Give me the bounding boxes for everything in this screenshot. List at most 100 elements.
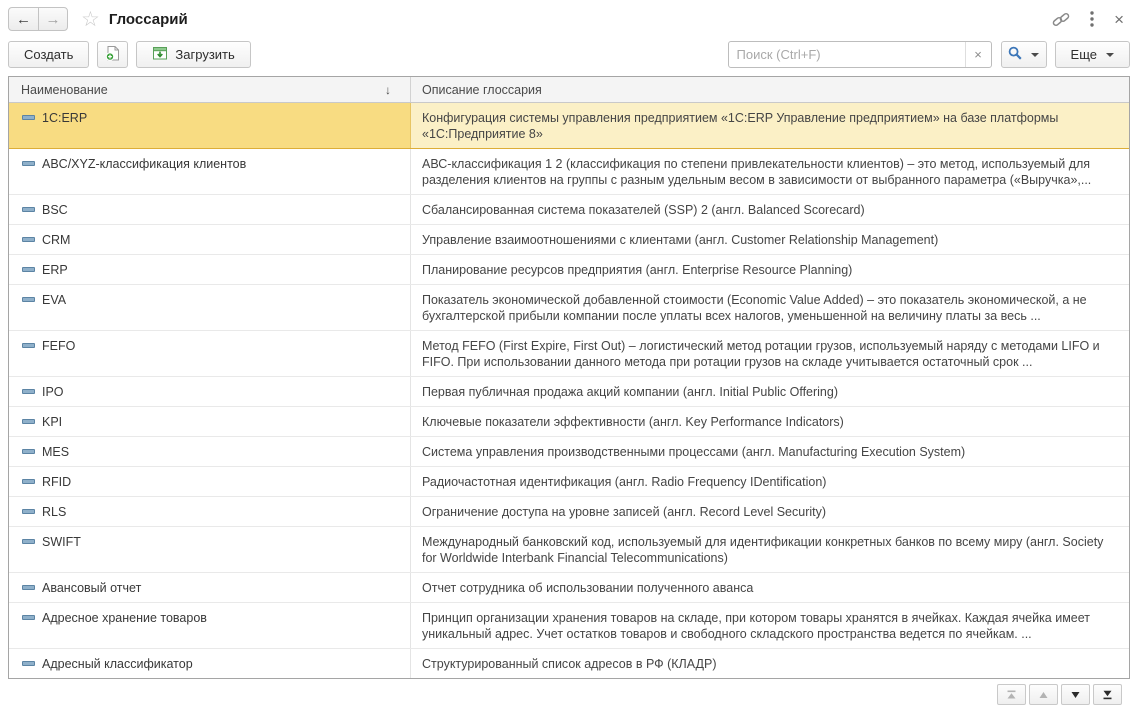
favorite-star-icon[interactable]: ☆ xyxy=(81,9,100,30)
list-item-dash-icon xyxy=(22,585,35,590)
term-name: FEFO xyxy=(42,339,75,353)
term-description-cell[interactable]: Отчет сотрудника об использовании получе… xyxy=(411,573,1129,602)
term-name: EVA xyxy=(42,293,66,307)
list-item-dash-icon xyxy=(22,479,35,484)
term-description-cell[interactable]: Система управления производственными про… xyxy=(411,437,1129,466)
term-name: IPO xyxy=(42,385,64,399)
list-item-dash-icon xyxy=(22,419,35,424)
table-row[interactable]: KPI Ключевые показатели эффективности (а… xyxy=(9,407,1129,437)
create-new-item-button[interactable] xyxy=(97,41,128,68)
table-row[interactable]: SWIFT Международный банковский код, испо… xyxy=(9,527,1129,573)
term-description: Ключевые показатели эффективности (англ.… xyxy=(422,415,844,429)
back-button[interactable]: ← xyxy=(9,8,38,30)
search-input[interactable] xyxy=(729,42,965,67)
term-name-cell[interactable]: CRM xyxy=(9,225,411,254)
list-item-dash-icon xyxy=(22,161,35,166)
go-to-last-button[interactable] xyxy=(1093,684,1122,705)
term-name-cell[interactable]: 1C:ERP xyxy=(9,103,411,148)
load-button[interactable]: Загрузить xyxy=(136,41,250,68)
table-row[interactable]: RLS Ограничение доступа на уровне записе… xyxy=(9,497,1129,527)
table-row[interactable]: MES Система управления производственными… xyxy=(9,437,1129,467)
term-description-cell[interactable]: Метод FEFO (First Expire, First Out) – л… xyxy=(411,331,1129,376)
create-button[interactable]: Создать xyxy=(8,41,89,68)
table-row[interactable]: ERP Планирование ресурсов предприятия (а… xyxy=(9,255,1129,285)
list-item-dash-icon xyxy=(22,237,35,242)
term-name-cell[interactable]: RFID xyxy=(9,467,411,496)
term-description-cell[interactable]: Радиочастотная идентификация (англ. Radi… xyxy=(411,467,1129,496)
list-item-dash-icon xyxy=(22,509,35,514)
term-description-cell[interactable]: Первая публичная продажа акций компании … xyxy=(411,377,1129,406)
table-row[interactable]: 1C:ERP Конфигурация системы управления п… xyxy=(9,103,1129,149)
term-name-cell[interactable]: RLS xyxy=(9,497,411,526)
search-button[interactable] xyxy=(1001,41,1047,68)
table-row[interactable]: ABC/XYZ-классификация клиентов АВС-класс… xyxy=(9,149,1129,195)
list-pager xyxy=(0,679,1138,705)
forward-button[interactable]: → xyxy=(38,8,67,30)
term-description-cell[interactable]: Структурированный список адресов в РФ (К… xyxy=(411,649,1129,678)
term-name-cell[interactable]: FEFO xyxy=(9,331,411,376)
term-description-cell[interactable]: Конфигурация системы управления предприя… xyxy=(411,103,1129,148)
list-item-dash-icon xyxy=(22,389,35,394)
table-row[interactable]: CRM Управление взаимоотношениями с клиен… xyxy=(9,225,1129,255)
term-description-cell[interactable]: Ключевые показатели эффективности (англ.… xyxy=(411,407,1129,436)
term-description-cell[interactable]: Принцип организации хранения товаров на … xyxy=(411,603,1129,648)
term-name-cell[interactable]: ERP xyxy=(9,255,411,284)
term-name-cell[interactable]: Адресное хранение товаров xyxy=(9,603,411,648)
term-description-cell[interactable]: АВС-классификация 1 2 (классификация по … xyxy=(411,149,1129,194)
term-name: ERP xyxy=(42,263,68,277)
term-description-cell[interactable]: Управление взаимоотношениями с клиентами… xyxy=(411,225,1129,254)
column-header-name[interactable]: Наименование ↓ xyxy=(9,77,411,102)
term-description-cell[interactable]: Планирование ресурсов предприятия (англ.… xyxy=(411,255,1129,284)
table-row[interactable]: FEFO Метод FEFO (First Expire, First Out… xyxy=(9,331,1129,377)
term-name-cell[interactable]: MES xyxy=(9,437,411,466)
term-name-cell[interactable]: ABC/XYZ-классификация клиентов xyxy=(9,149,411,194)
column-header-description[interactable]: Описание глоссария xyxy=(411,77,1129,102)
term-name: 1C:ERP xyxy=(42,111,87,125)
triangle-down-icon xyxy=(1070,691,1081,699)
more-button[interactable]: Еще xyxy=(1055,41,1130,68)
list-item-dash-icon xyxy=(22,449,35,454)
list-item-dash-icon xyxy=(22,207,35,212)
term-name-cell[interactable]: Адресный классификатор xyxy=(9,649,411,678)
term-name-cell[interactable]: KPI xyxy=(9,407,411,436)
link-icon[interactable] xyxy=(1052,11,1070,28)
sort-descending-icon: ↓ xyxy=(385,83,391,97)
term-name-cell[interactable]: BSC xyxy=(9,195,411,224)
table-row[interactable]: EVA Показатель экономической добавленной… xyxy=(9,285,1129,331)
more-button-label: Еще xyxy=(1071,47,1097,62)
load-button-label: Загрузить xyxy=(175,47,234,62)
list-item-dash-icon xyxy=(22,115,35,120)
term-description: АВС-классификация 1 2 (классификация по … xyxy=(422,157,1091,187)
term-name: BSC xyxy=(42,203,68,217)
term-description-cell[interactable]: Ограничение доступа на уровне записей (а… xyxy=(411,497,1129,526)
toolbar: Создать Загрузить × xyxy=(0,38,1138,76)
go-to-first-button[interactable] xyxy=(997,684,1026,705)
term-description-cell[interactable]: Международный банковский код, используем… xyxy=(411,527,1129,572)
term-name: ABC/XYZ-классификация клиентов xyxy=(42,157,246,171)
table-row[interactable]: RFID Радиочастотная идентификация (англ.… xyxy=(9,467,1129,497)
term-name: MES xyxy=(42,445,69,459)
page-down-button[interactable] xyxy=(1061,684,1090,705)
term-name-cell[interactable]: Авансовый отчет xyxy=(9,573,411,602)
table-row[interactable]: IPO Первая публичная продажа акций компа… xyxy=(9,377,1129,407)
titlebar-actions: × xyxy=(1052,11,1124,28)
search-magnifier-icon xyxy=(1008,46,1022,63)
table-row[interactable]: Адресное хранение товаров Принцип органи… xyxy=(9,603,1129,649)
search-clear-button[interactable]: × xyxy=(965,42,991,67)
term-name-cell[interactable]: SWIFT xyxy=(9,527,411,572)
term-description: Принцип организации хранения товаров на … xyxy=(422,611,1090,641)
term-name: RFID xyxy=(42,475,71,489)
kebab-menu-icon[interactable] xyxy=(1090,11,1094,27)
term-name-cell[interactable]: IPO xyxy=(9,377,411,406)
list-item-dash-icon xyxy=(22,297,35,302)
table-row[interactable]: Адресный классификатор Структурированный… xyxy=(9,649,1129,678)
term-description: Радиочастотная идентификация (англ. Radi… xyxy=(422,475,826,489)
table-row[interactable]: BSC Сбалансированная система показателей… xyxy=(9,195,1129,225)
table-row[interactable]: Авансовый отчет Отчет сотрудника об испо… xyxy=(9,573,1129,603)
close-icon[interactable]: × xyxy=(1114,11,1124,28)
page-up-button[interactable] xyxy=(1029,684,1058,705)
term-name-cell[interactable]: EVA xyxy=(9,285,411,330)
term-description-cell[interactable]: Показатель экономической добавленной сто… xyxy=(411,285,1129,330)
term-description-cell[interactable]: Сбалансированная система показателей (SS… xyxy=(411,195,1129,224)
clear-x-icon: × xyxy=(974,47,982,62)
